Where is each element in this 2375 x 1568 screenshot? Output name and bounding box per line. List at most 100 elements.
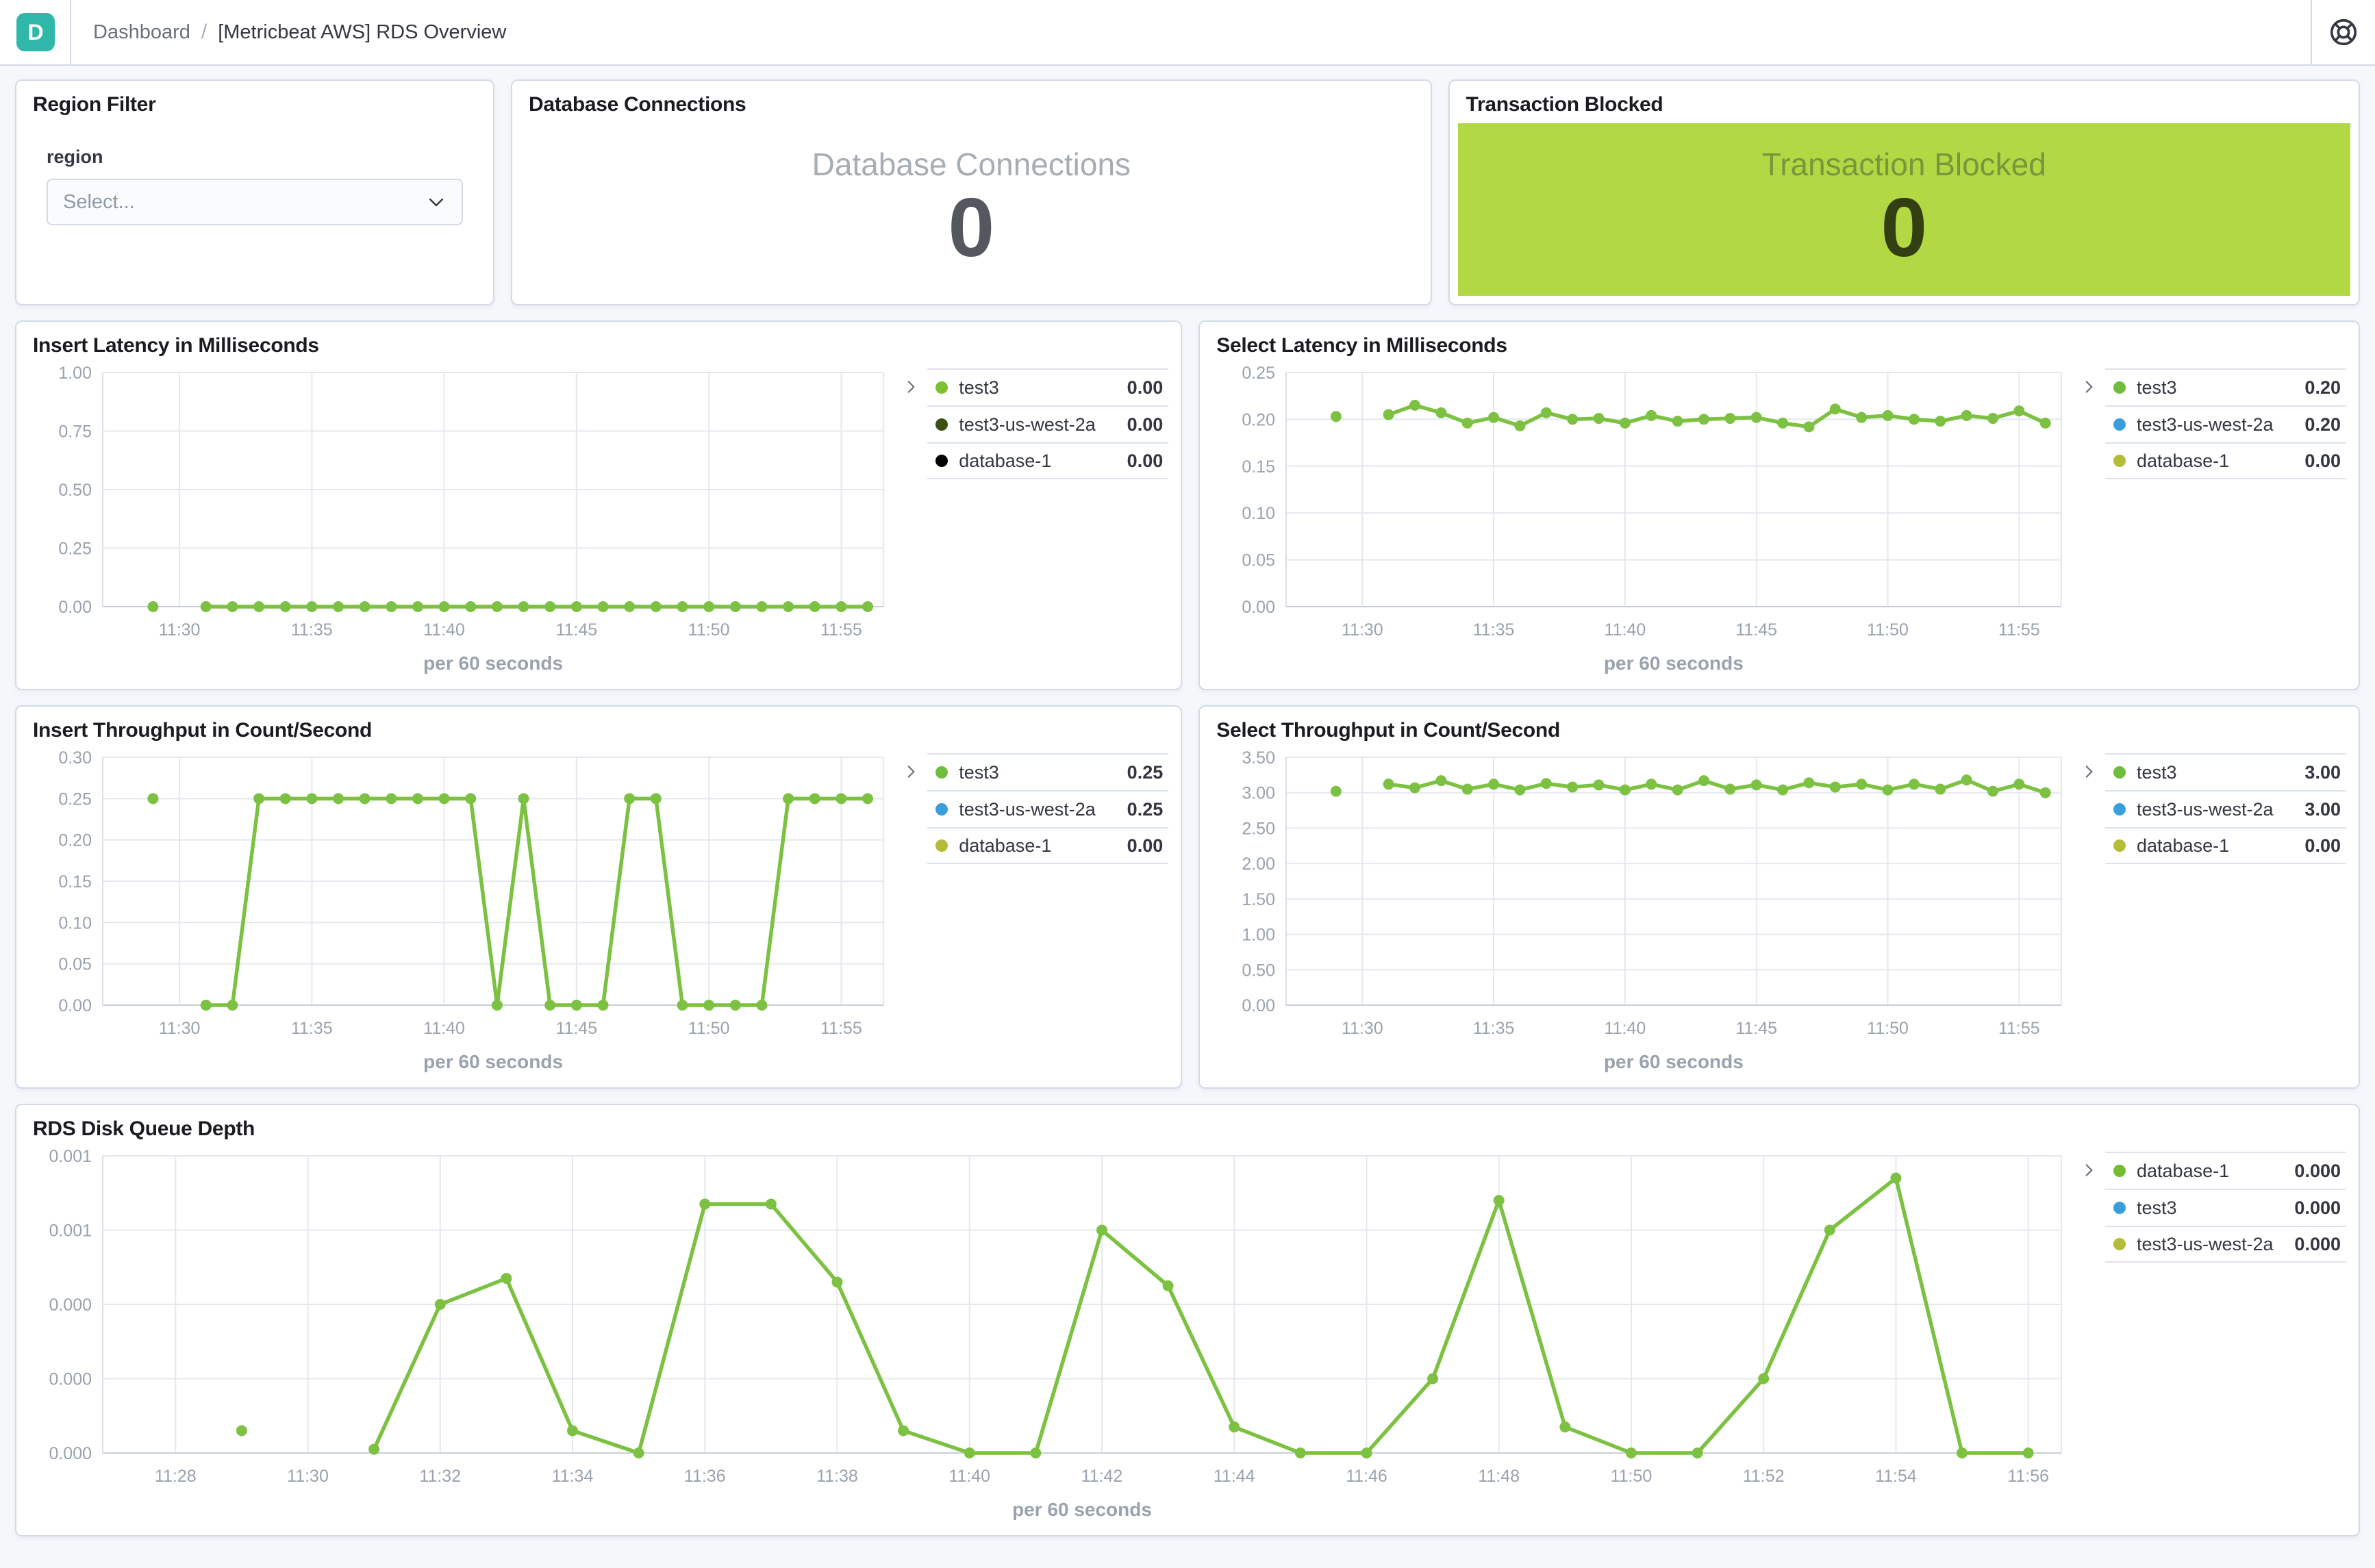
svg-text:11:35: 11:35 [1473,1019,1515,1038]
svg-text:0.50: 0.50 [58,481,92,500]
series-color-dot-icon [935,455,948,467]
panel-transaction-blocked: Transaction Blocked Transaction Blocked … [1448,79,2360,305]
legend-item[interactable]: database-10.000 [2105,1152,2346,1189]
region-select[interactable]: Select... [47,179,463,225]
legend-item[interactable]: database-10.00 [927,827,1168,864]
legend-collapse-button[interactable] [894,368,927,396]
svg-text:0.00: 0.00 [1242,996,1276,1015]
breadcrumb: Dashboard / [Metricbeat AWS] RDS Overvie… [93,21,2311,44]
svg-text:11:38: 11:38 [816,1467,858,1486]
metric-value: 0 [1881,183,1927,273]
svg-text:per 60 seconds: per 60 seconds [1604,653,1744,674]
svg-text:0.000: 0.000 [49,1295,92,1315]
legend-item[interactable]: test3 0.25 [927,753,1168,790]
legend-series-value: 3.00 [2304,799,2341,820]
legend-series-label: test3-us-west-2a [959,799,1116,820]
svg-text:0.50: 0.50 [1242,961,1276,980]
series-color-dot-icon [2113,418,2126,431]
legend-item[interactable]: test33.00 [2105,753,2346,790]
help-button[interactable] [2312,0,2375,65]
app-logo-button[interactable]: D [16,13,55,51]
legend-item[interactable]: test3-us-west-2a3.00 [2105,790,2346,827]
legend-series-label: database-1 [2137,1161,2283,1182]
svg-text:11:54: 11:54 [1875,1467,1917,1486]
panel-database-connections: Database Connections Database Connection… [511,79,1432,305]
svg-text:0.00: 0.00 [58,598,92,617]
svg-text:11:50: 11:50 [1611,1467,1653,1486]
legend-collapse-button[interactable] [2072,1152,2105,1179]
legend-item[interactable]: test3-us-west-2a 0.00 [927,405,1168,442]
legend-series-value: 0.00 [1127,451,1164,472]
svg-text:11:45: 11:45 [1736,620,1778,640]
legend-item[interactable]: test30.00 [927,368,1168,405]
insert-latency-chart-canvas[interactable]: 1.000.750.500.250.0011:3011:3511:4011:45… [29,362,894,678]
legend-item[interactable]: test3-us-west-2a0.000 [2105,1226,2346,1263]
select-throughput-legend: test33.00test3-us-west-2a3.00database-10… [2072,753,2346,1076]
legend-item[interactable]: test30.20 [2105,368,2346,405]
legend-series-label: test3-us-west-2a [2137,414,2294,435]
svg-text:11:56: 11:56 [2007,1467,2049,1486]
legend-item[interactable]: database-10.00 [2105,827,2346,864]
svg-text:0.00: 0.00 [1242,598,1276,617]
svg-text:11:30: 11:30 [159,1019,201,1038]
legend-series-label: test3-us-west-2a [959,414,1116,435]
panel-title: Insert Latency in Milliseconds [33,334,1164,357]
svg-text:per 60 seconds: per 60 seconds [423,1051,563,1072]
series-color-dot-icon [2113,1238,2126,1250]
select-throughput-chart-canvas[interactable]: 3.503.002.502.001.501.000.500.0011:3011:… [1212,746,2072,1076]
svg-text:0.001: 0.001 [49,1147,92,1166]
legend-series-label: test3 [2137,1198,2283,1219]
svg-text:0.25: 0.25 [58,540,92,559]
svg-text:0.05: 0.05 [1242,551,1276,570]
legend-series-label: test3 [2137,377,2294,399]
svg-text:3.50: 3.50 [1242,748,1276,768]
disk-queue-depth-chart-canvas[interactable]: 0.0010.0010.0000.0000.00011:2811:3011:32… [29,1145,2072,1524]
breadcrumb-separator: / [201,21,207,44]
svg-text:11:52: 11:52 [1743,1467,1785,1486]
series-color-dot-icon [935,381,948,394]
legend-collapse-button[interactable] [894,753,927,781]
svg-text:0.75: 0.75 [58,422,92,442]
legend-item[interactable]: test3 0.000 [2105,1189,2346,1226]
svg-text:per 60 seconds: per 60 seconds [423,653,563,674]
panel-title: Select Latency in Milliseconds [1216,334,2342,357]
svg-text:0.05: 0.05 [58,955,92,974]
svg-text:0.15: 0.15 [1242,457,1276,477]
legend-item[interactable]: test3-us-west-2a0.25 [927,790,1168,827]
svg-text:11:40: 11:40 [948,1467,990,1486]
svg-text:11:28: 11:28 [155,1467,197,1486]
panel-select-throughput: Select Throughput in Count/Second 3.503.… [1198,705,2360,1089]
svg-text:11:55: 11:55 [820,1019,862,1038]
disk-queue-depth-legend: database-10.000 test3 0.000 test3-us-west-2… [2072,1152,2346,1524]
series-color-dot-icon [935,418,948,431]
svg-text:11:32: 11:32 [419,1467,461,1486]
legend-collapse-button[interactable] [2072,753,2105,781]
chevron-right-icon [2080,378,2098,396]
legend-series-label: database-1 [959,835,1116,857]
svg-text:11:35: 11:35 [291,1019,333,1038]
legend-series-value: 0.25 [1127,762,1164,783]
legend-series-value: 3.00 [2304,762,2341,783]
svg-text:0.10: 0.10 [58,913,92,933]
legend-collapse-button[interactable] [2072,368,2105,396]
breadcrumb-dashboard-link[interactable]: Dashboard [93,21,190,44]
legend-series-value: 0.00 [1127,377,1164,399]
svg-text:0.20: 0.20 [58,831,92,850]
legend-item[interactable]: test3-us-west-2a0.20 [2105,405,2346,442]
legend-item[interactable]: database-10.00 [2105,442,2346,479]
legend-series-value: 0.00 [1127,414,1164,435]
svg-text:1.00: 1.00 [1242,926,1276,945]
series-color-dot-icon [2113,1165,2126,1177]
legend-series-label: test3 [959,762,1116,783]
svg-text:11:42: 11:42 [1081,1467,1123,1486]
legend-series-value: 0.000 [2294,1198,2341,1219]
panel-title: Transaction Blocked [1466,93,2342,116]
series-color-dot-icon [2113,1202,2126,1214]
panel-select-latency: Select Latency in Milliseconds 0.250.200… [1198,320,2360,690]
select-latency-chart-canvas[interactable]: 0.250.200.150.100.050.0011:3011:3511:401… [1212,362,2072,678]
life-buoy-help-icon [2328,16,2359,48]
svg-text:0.000: 0.000 [49,1444,92,1463]
insert-throughput-chart-canvas[interactable]: 0.300.250.200.150.100.050.0011:3011:3511… [29,746,894,1076]
legend-item[interactable]: database-10.00 [927,442,1168,479]
svg-text:11:55: 11:55 [1998,1019,2040,1038]
